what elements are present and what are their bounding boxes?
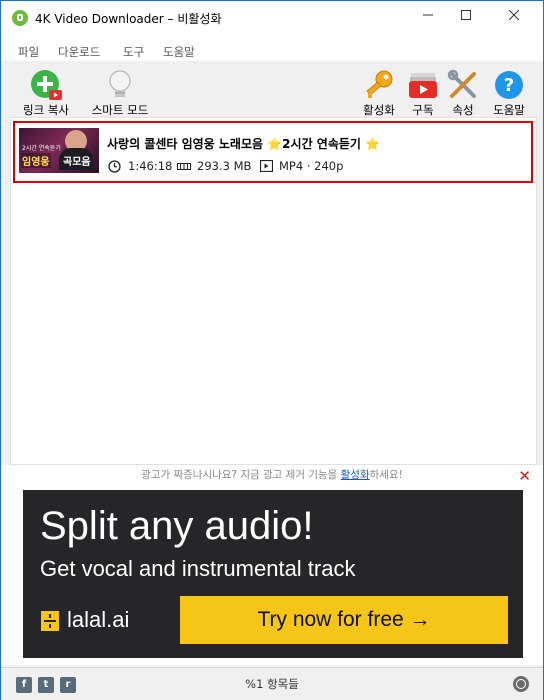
lalal-logo-icon: [41, 611, 59, 631]
svg-text:?: ?: [504, 75, 514, 96]
banner-brand: lalal.ai: [67, 607, 130, 632]
tools-icon: [447, 69, 476, 98]
download-format: MP4 · 240p: [279, 159, 344, 173]
subscribe-button[interactable]: 구독: [403, 61, 443, 117]
app-window: 4K Video Downloader – 비활성화 파일 다운로드 도구 도움…: [0, 0, 544, 700]
clock-icon: [108, 160, 121, 173]
maximize-icon: [461, 10, 471, 20]
window-title: 4K Video Downloader – 비활성화: [35, 12, 222, 26]
status-bar: f t r %1 항목들: [1, 667, 543, 700]
menu-download[interactable]: 다운로드: [58, 44, 100, 60]
banner-headline: Split any audio!: [40, 504, 314, 548]
banner-cta-button[interactable]: Try now for free →: [180, 596, 508, 644]
download-duration: 1:46:18: [128, 159, 173, 173]
ad-close-icon[interactable]: ✕: [518, 467, 531, 485]
ad-area: Split any audio! Get vocal and instrumen…: [1, 485, 543, 665]
toolbar: 링크 복사 스마트 모드 활성화 구독 속성 ? 도움말: [1, 61, 543, 117]
subscribe-label: 구독: [412, 103, 434, 117]
activate-label: 활성화: [363, 103, 395, 117]
video-format-icon: [260, 160, 273, 172]
help-label: 도움말: [493, 103, 525, 117]
menu-tools[interactable]: 도구: [123, 44, 144, 60]
ad-notice-suffix: 하세요!: [369, 469, 403, 481]
status-item-count: %1 항목들: [245, 677, 299, 691]
help-icon: ?: [495, 71, 523, 99]
paste-link-label: 링크 복사: [23, 103, 69, 117]
activate-button[interactable]: 활성화: [357, 61, 401, 117]
youtube-subscribe-icon: [409, 73, 437, 98]
ad-banner[interactable]: Split any audio! Get vocal and instrumen…: [23, 490, 523, 658]
download-size: 293.3 MB: [197, 159, 252, 173]
smart-mode-label: 스마트 모드: [91, 103, 149, 117]
lightbulb-icon: [109, 70, 131, 97]
close-icon: [508, 9, 520, 21]
smart-mode-button[interactable]: 스마트 모드: [83, 61, 157, 117]
ad-notice: 광고가 짜증나시나요? 지금 광고 제거 기능을 활성화하세요!: [1, 465, 543, 485]
help-button[interactable]: ? 도움말: [487, 61, 531, 117]
key-icon: [366, 70, 393, 98]
app-logo-icon: [12, 10, 28, 26]
thumbnail-caption: 2시간 연속듣기: [22, 145, 61, 152]
menu-help[interactable]: 도움말: [163, 44, 195, 60]
menu-bar: 파일 다운로드 도구 도움말: [1, 35, 543, 61]
ad-activate-link[interactable]: 활성화: [341, 469, 370, 481]
minimize-icon: [423, 14, 433, 16]
menu-file[interactable]: 파일: [18, 44, 39, 60]
ad-notice-prefix: 광고가 짜증나시나요? 지금 광고 제거 기능을: [141, 469, 341, 481]
title-bar[interactable]: 4K Video Downloader – 비활성화: [1, 1, 543, 35]
preferences-label: 속성: [452, 103, 474, 117]
file-size-icon: [177, 163, 191, 170]
preferences-button[interactable]: 속성: [443, 61, 483, 117]
thumbnail-name: 임영웅: [21, 153, 51, 168]
banner-subline: Get vocal and instrumental track: [40, 556, 356, 581]
download-title: 사랑의 콜센타 임영웅 노래모음 ⭐2시간 연속듣기 ⭐: [107, 137, 381, 151]
maximize-button[interactable]: [443, 1, 489, 35]
thumbnail-suffix: 곡모음: [63, 157, 91, 168]
download-item[interactable]: 2시간 연속듣기 임영웅 곡모음 사랑의 콜센타 임영웅 노래모음 ⭐2시간 연…: [13, 121, 533, 183]
globe-icon[interactable]: [513, 676, 529, 692]
close-button[interactable]: [491, 1, 537, 35]
paste-link-icon: [31, 70, 62, 100]
video-thumbnail[interactable]: 2시간 연속듣기 임영웅 곡모음: [19, 128, 99, 173]
paste-link-button[interactable]: 링크 복사: [13, 61, 79, 117]
download-list[interactable]: 2시간 연속듣기 임영웅 곡모음 사랑의 콜센타 임영웅 노래모음 ⭐2시간 연…: [10, 117, 537, 465]
